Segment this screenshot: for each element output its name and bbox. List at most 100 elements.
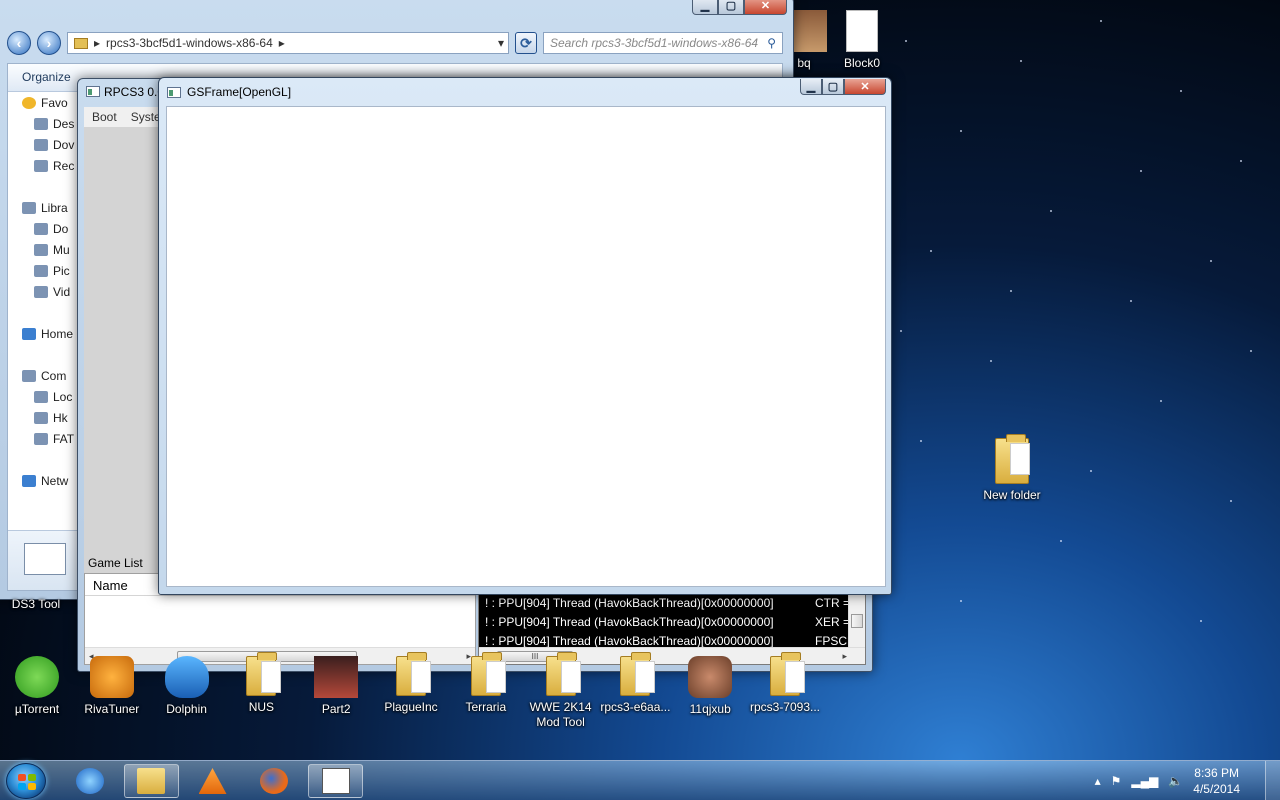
desktop-icon-label: New folder	[983, 488, 1041, 502]
desktop-icon[interactable]: Terraria	[444, 652, 528, 715]
chevron-right-icon: ▸	[94, 36, 101, 50]
back-button[interactable]: ‹	[7, 31, 31, 55]
downloads-icon	[34, 138, 48, 151]
gsframe-render-area[interactable]	[166, 106, 886, 587]
maximize-button[interactable]: ▢	[718, 0, 744, 15]
desktop-icon[interactable]: rpcs3-e6aa...	[593, 652, 677, 715]
scroll-right-icon[interactable]: ▸	[842, 651, 847, 662]
nav-item[interactable]: Hk	[8, 407, 78, 428]
nav-item-label: Do	[53, 221, 69, 236]
utorrent-icon	[15, 656, 59, 698]
clock-date: 4/5/2014	[1193, 782, 1240, 796]
nav-item[interactable]: Loc	[8, 386, 78, 407]
desktop-icon[interactable]: µTorrent	[0, 656, 79, 717]
nav-item[interactable]: Netw	[8, 470, 78, 491]
nav-item[interactable]: Home	[8, 323, 78, 344]
gsframe-window[interactable]: GSFrame[OpenGL] ▁ ▢ ✕	[158, 77, 892, 595]
computer-icon	[22, 369, 36, 382]
folder-icon	[470, 652, 506, 696]
minimize-button[interactable]: ▁	[692, 0, 718, 15]
log-console[interactable]: ! : PPU[904] Thread (HavokBackThread)[0x…	[478, 593, 866, 665]
nav-item[interactable]: Mu	[8, 239, 78, 260]
nav-item[interactable]: Libra	[8, 197, 78, 218]
windows-logo-icon	[18, 774, 36, 790]
nav-item[interactable]: Vid	[8, 281, 78, 302]
desktop-icon[interactable]: PlagueInc	[369, 652, 453, 715]
system-tray: ▴ ⚑ ▂▄▆ 🔈 8:36 PM 4/5/2014	[1095, 761, 1240, 800]
search-input[interactable]: Search rpcs3-3bcf5d1-windows-x86-64 ⚲	[543, 32, 783, 54]
search-placeholder: Search rpcs3-3bcf5d1-windows-x86-64	[550, 36, 759, 50]
vertical-scrollbar[interactable]	[848, 594, 865, 647]
taskbar-button[interactable]	[123, 764, 179, 798]
folder-icon	[995, 434, 1030, 484]
volume-icon[interactable]: 🔈	[1168, 774, 1183, 788]
clock-time: 8:36 PM	[1194, 766, 1239, 780]
desktop-icon-block0[interactable]: Block0	[820, 10, 904, 71]
folder-icon	[770, 652, 805, 696]
nav-item[interactable]: Favo	[8, 92, 78, 113]
clock[interactable]: 8:36 PM 4/5/2014	[1193, 765, 1240, 797]
nav-item-label: Des	[53, 116, 75, 131]
nav-item[interactable]: Rec	[8, 155, 78, 176]
register-label: CTR =	[815, 596, 851, 610]
nav-item[interactable]: Do	[8, 218, 78, 239]
forward-button[interactable]: ›	[37, 31, 61, 55]
close-button[interactable]: ✕	[844, 79, 886, 95]
start-button[interactable]	[6, 763, 46, 799]
desktop-icon-ds3-tool[interactable]: DS3 Tool	[0, 597, 78, 612]
action-center-icon[interactable]: ⚑	[1111, 774, 1122, 788]
organize-button[interactable]: Organize	[22, 70, 71, 84]
desktop-icon[interactable]: Part2	[294, 656, 378, 717]
firefox-icon	[260, 768, 288, 794]
taskbar-button[interactable]	[308, 764, 363, 798]
desktop-icon-new-folder[interactable]: New folder	[970, 434, 1054, 503]
nav-item[interactable]: Des	[8, 113, 78, 134]
desktop-icon[interactable]: RivaTuner	[70, 656, 154, 717]
desktop-icon[interactable]: Dolphin	[145, 656, 229, 717]
folder-icon	[246, 652, 282, 696]
rivatuner-icon	[89, 656, 134, 698]
chevron-down-icon[interactable]: ▾	[498, 36, 508, 50]
desktop-icon[interactable]: rpcs3-7093...	[743, 652, 827, 715]
nav-item-label: Pic	[53, 263, 70, 278]
star-icon	[22, 96, 36, 109]
desktop-icon-label: NUS	[248, 700, 275, 714]
desktop-icon[interactable]: 11qjxub	[668, 656, 752, 717]
minimize-button[interactable]: ▁	[800, 79, 822, 95]
show-hidden-icons[interactable]: ▴	[1095, 774, 1101, 788]
nav-item-label: Home	[41, 326, 74, 341]
log-line: ! : PPU[904] Thread (HavokBackThread)[0x…	[479, 594, 865, 613]
file-icon	[846, 10, 878, 52]
desktop-icon[interactable]: WWE 2K14 Mod Tool	[519, 652, 603, 730]
nav-item[interactable]: Dov	[8, 134, 78, 155]
chevron-right-icon: ▸	[278, 36, 285, 50]
address-path: rpcs3-3bcf5d1-windows-x86-64	[106, 36, 273, 50]
address-bar[interactable]: ▸ rpcs3-3bcf5d1-windows-x86-64 ▸ ▾	[67, 32, 509, 54]
rpcs3-app-icon	[86, 86, 100, 97]
taskbar-button[interactable]	[247, 764, 302, 798]
nav-item[interactable]: Pic	[8, 260, 78, 281]
scrollbar-thumb[interactable]	[851, 614, 863, 628]
taskbar-button[interactable]	[185, 764, 240, 798]
desktop-icon-label: Dolphin	[166, 702, 207, 716]
refresh-button[interactable]: ⟳	[515, 32, 537, 54]
file-thumbnail-icon	[24, 543, 66, 575]
nav-item-label: FAT	[53, 431, 75, 446]
network-icon	[22, 474, 36, 487]
close-button[interactable]: ✕	[744, 0, 787, 15]
maximize-button[interactable]: ▢	[822, 79, 844, 95]
nav-item[interactable]: FAT	[8, 428, 78, 449]
log-line: ! : PPU[904] Thread (HavokBackThread)[0x…	[479, 613, 865, 632]
desktop-icon[interactable]: NUS	[219, 652, 303, 715]
menu-boot[interactable]: Boot	[92, 110, 117, 124]
show-desktop-button[interactable]	[1265, 761, 1280, 800]
folder-icon	[396, 652, 431, 696]
window-title: RPCS3 0.0	[104, 85, 165, 99]
gsframe-app-icon	[167, 87, 181, 98]
taskbar-button[interactable]	[62, 764, 117, 798]
nav-item-label: Com	[41, 368, 67, 383]
network-icon[interactable]: ▂▄▆	[1131, 774, 1158, 788]
nav-item[interactable]: Com	[8, 365, 78, 386]
vlc-icon	[198, 768, 227, 794]
